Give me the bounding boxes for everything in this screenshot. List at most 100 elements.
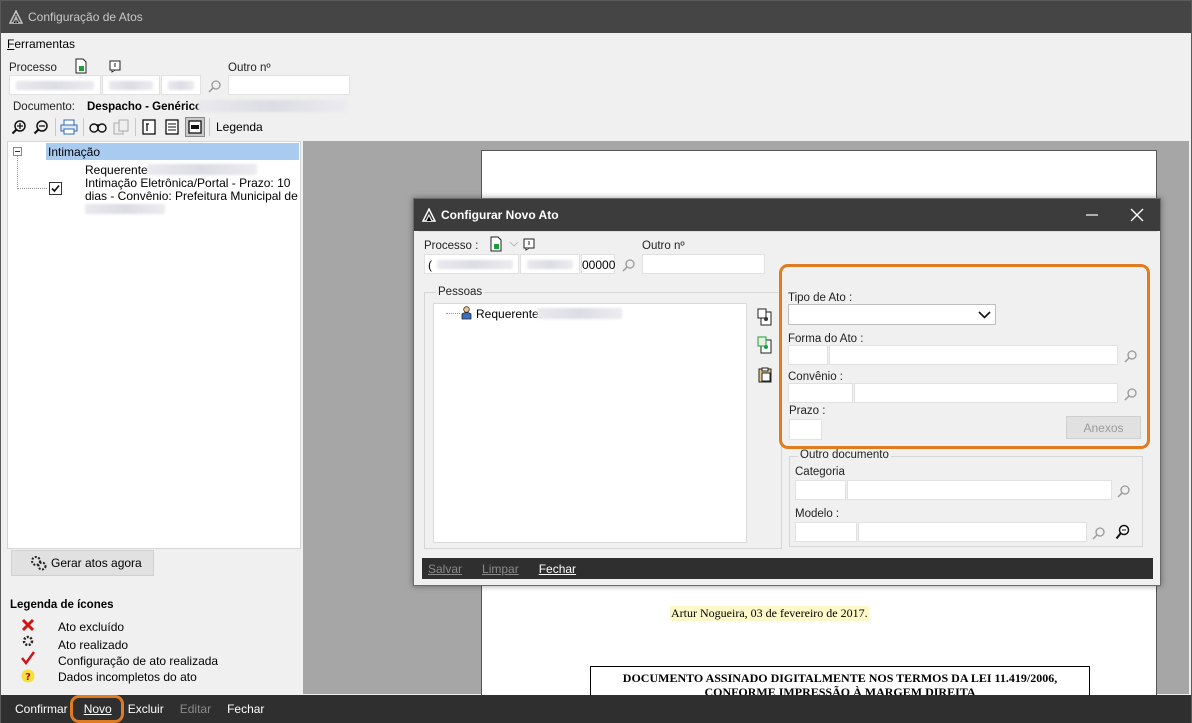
prazo-label: Prazo : bbox=[789, 405, 826, 417]
atos-tree-pane: Intimação Requerente Intimação Eletrônic… bbox=[7, 141, 301, 549]
search-icon[interactable] bbox=[1124, 387, 1138, 401]
forma-ato-label: Forma do Ato : bbox=[788, 333, 864, 345]
tree-detail-line-1: Intimação Eletrônica/Portal - Prazo: 10 bbox=[85, 176, 291, 190]
bottom-action-bar: Confirmar Novo Excluir Editar Fechar bbox=[1, 695, 1191, 723]
outro-numero-label: Outro nº bbox=[228, 62, 271, 74]
dialog-outro-label: Outro nº bbox=[642, 240, 685, 252]
forma-ato-code[interactable] bbox=[788, 345, 828, 365]
full-page-icon[interactable] bbox=[185, 117, 205, 137]
minimize-icon[interactable] bbox=[1086, 209, 1098, 221]
processo-field-1[interactable] bbox=[9, 75, 101, 95]
dialog-outro-input[interactable] bbox=[642, 254, 765, 274]
window-title: Configuração de Atos bbox=[28, 10, 143, 24]
prazo-input[interactable] bbox=[789, 419, 822, 440]
requerente-name-redacted bbox=[147, 164, 257, 175]
search-icon[interactable] bbox=[622, 258, 636, 272]
clipboard-icon[interactable] bbox=[757, 367, 773, 383]
toolbar-separator bbox=[55, 118, 56, 136]
add-person-icon[interactable] bbox=[757, 308, 773, 326]
menu-ferramentas[interactable]: Ferramentas bbox=[7, 37, 75, 51]
documento-detail-redacted bbox=[198, 100, 348, 112]
toolbar-separator bbox=[209, 118, 210, 136]
ato-excluido-icon bbox=[21, 618, 35, 632]
ato-realizado-icon bbox=[22, 635, 34, 647]
legend-item-excluido: Ato excluído bbox=[58, 620, 125, 634]
processo-field-2[interactable] bbox=[102, 75, 160, 95]
outro-numero-input[interactable] bbox=[228, 75, 350, 95]
tipo-ato-select[interactable] bbox=[788, 304, 996, 325]
legenda-button[interactable]: Legenda bbox=[216, 120, 263, 134]
modelo-code[interactable] bbox=[795, 522, 857, 542]
new-document-icon[interactable] bbox=[489, 236, 503, 252]
print-icon[interactable] bbox=[59, 117, 79, 137]
edit-person-icon[interactable] bbox=[757, 336, 773, 354]
dialog-processo-field-3[interactable]: 00000 bbox=[581, 254, 615, 274]
zoom-in-icon[interactable] bbox=[9, 117, 29, 137]
salvar-button: Salvar bbox=[428, 561, 463, 576]
note-icon[interactable] bbox=[109, 60, 121, 73]
toolbar-separator bbox=[135, 118, 136, 136]
dialog-processo-field-2[interactable] bbox=[520, 254, 580, 274]
categoria-code[interactable] bbox=[795, 480, 846, 500]
dialog-processo-field-1[interactable]: ( bbox=[424, 254, 519, 274]
anexos-button: Anexos bbox=[1066, 416, 1141, 439]
novo-highlight bbox=[70, 695, 124, 723]
page-width-icon[interactable] bbox=[162, 117, 182, 137]
toolbar-separator bbox=[83, 118, 84, 136]
documento-value: Despacho - Genérico bbox=[87, 101, 203, 113]
new-document-icon[interactable] bbox=[74, 58, 88, 74]
tree-node-intimacao[interactable]: Intimação bbox=[46, 143, 299, 160]
close-icon[interactable] bbox=[1130, 208, 1144, 222]
modelo-label: Modelo : bbox=[795, 508, 840, 520]
note-icon[interactable] bbox=[523, 238, 535, 251]
tree-line bbox=[446, 313, 460, 314]
document-date-line: Artur Nogueira, 03 de fevereiro de 2017. bbox=[670, 606, 869, 621]
app-logo-icon bbox=[422, 208, 436, 222]
checkmark-icon bbox=[21, 651, 35, 665]
binoculars-icon[interactable] bbox=[88, 117, 108, 137]
convenio-code[interactable] bbox=[788, 383, 853, 403]
tree-line bbox=[17, 188, 47, 189]
legend-item-incompletos: Dados incompletos do ato bbox=[58, 670, 197, 684]
configurar-novo-ato-dialog: Configurar Novo Ato Processo : Outro nº … bbox=[413, 198, 1161, 586]
search-icon[interactable] bbox=[1124, 349, 1138, 363]
dialog-processo-label: Processo : bbox=[424, 240, 479, 252]
pessoas-label: Pessoas bbox=[436, 286, 485, 298]
gerar-atos-button[interactable]: Gerar atos agora bbox=[11, 550, 154, 576]
collapse-icon[interactable] bbox=[13, 147, 22, 156]
svg-text:?: ? bbox=[25, 672, 31, 683]
fechar-button[interactable]: Fechar bbox=[227, 702, 264, 716]
preview-model-icon[interactable] bbox=[1115, 524, 1131, 540]
pessoa-requerente-label[interactable]: Requerente: bbox=[476, 307, 542, 321]
title-bar: Configuração de Atos bbox=[1, 1, 1191, 33]
excluir-button[interactable]: Excluir bbox=[128, 702, 164, 716]
pessoa-name-redacted bbox=[537, 308, 622, 319]
outro-documento-label: Outro documento bbox=[798, 449, 891, 461]
processo-field-3[interactable] bbox=[161, 75, 201, 95]
gears-icon bbox=[31, 556, 47, 571]
categoria-label: Categoria bbox=[795, 466, 845, 478]
dialog-fechar-button[interactable]: Fechar bbox=[539, 562, 576, 576]
modelo-description[interactable] bbox=[858, 522, 1087, 542]
tree-requerente-label: Requerente bbox=[85, 163, 148, 177]
categoria-description[interactable] bbox=[847, 480, 1112, 500]
zoom-out-icon[interactable] bbox=[31, 117, 51, 137]
tree-line bbox=[17, 156, 18, 189]
pessoas-list[interactable]: Requerente: bbox=[433, 303, 747, 543]
documento-label: Documento: bbox=[13, 101, 76, 113]
search-icon[interactable] bbox=[1117, 484, 1131, 498]
search-icon[interactable] bbox=[1092, 526, 1106, 540]
search-icon[interactable] bbox=[208, 79, 222, 93]
dialog-title: Configurar Novo Ato bbox=[441, 208, 559, 222]
convenio-label: Convênio : bbox=[788, 371, 843, 383]
legend-title: Legenda de ícones bbox=[10, 599, 114, 611]
confirmar-button[interactable]: Confirmar bbox=[15, 702, 68, 716]
signature-line-1: DOCUMENTO ASSINADO DIGITALMENTE NOS TERM… bbox=[622, 671, 1058, 685]
tipo-ato-label: Tipo de Ato : bbox=[788, 292, 853, 304]
single-page-icon[interactable] bbox=[139, 117, 159, 137]
convenio-description[interactable] bbox=[854, 383, 1118, 403]
processo-label: Processo bbox=[9, 62, 57, 74]
chevron-down-icon[interactable] bbox=[509, 241, 519, 247]
forma-ato-description[interactable] bbox=[829, 345, 1118, 365]
checkbox-checked-icon[interactable] bbox=[49, 182, 62, 195]
